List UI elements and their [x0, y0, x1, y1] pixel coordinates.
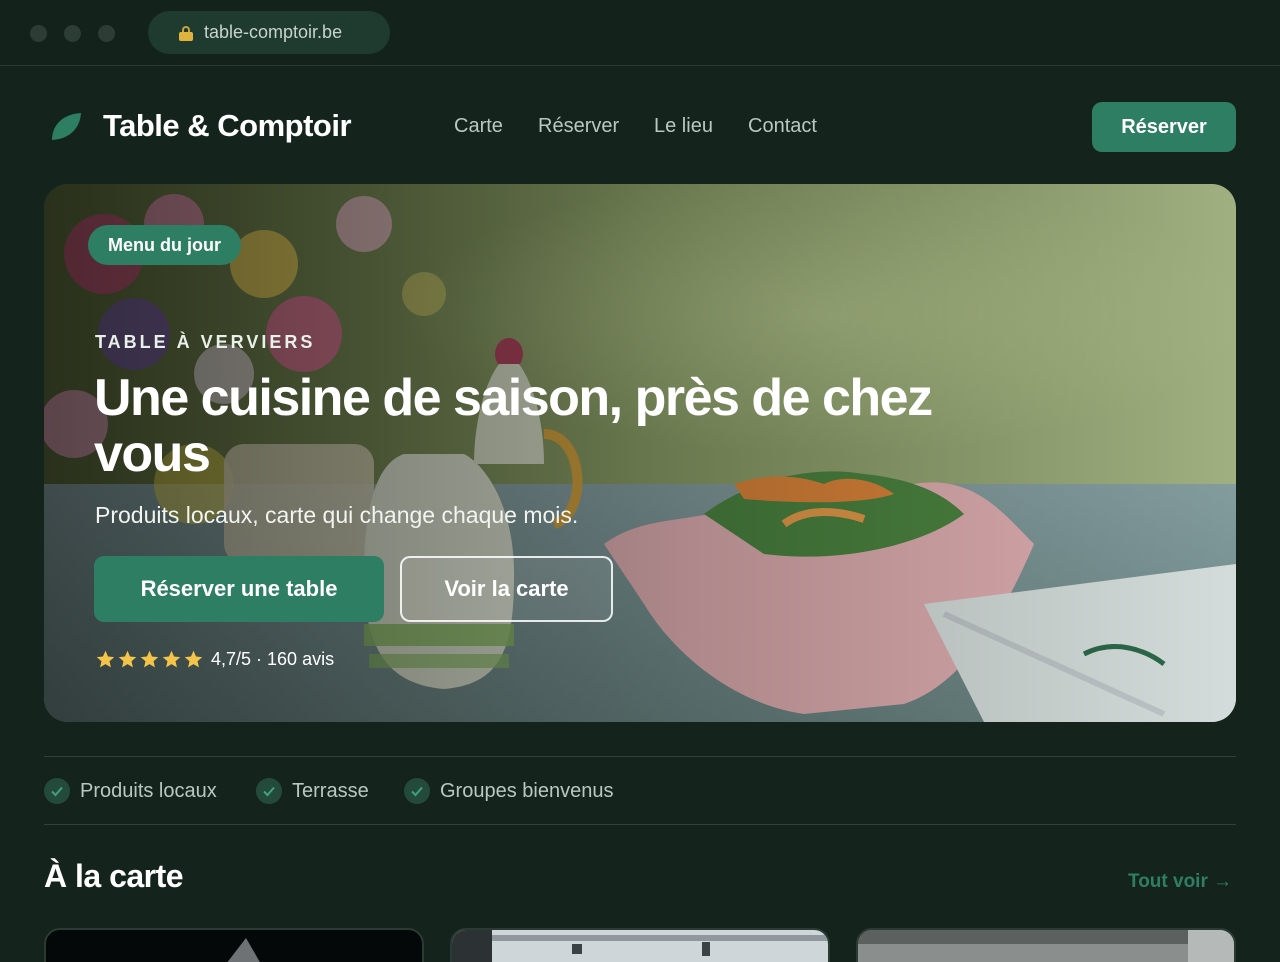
star-icon	[118, 650, 137, 668]
nav-reserve-button[interactable]: Réserver	[1092, 102, 1236, 152]
menu-du-jour-badge: Menu du jour	[88, 225, 241, 265]
window-close-button[interactable]	[30, 25, 47, 42]
window-minimize-button[interactable]	[64, 25, 81, 42]
feature-produits-locaux: Produits locaux	[44, 778, 217, 804]
hero-banner: Menu du jour TABLE À VERVIERS Une cuisin…	[44, 184, 1236, 722]
menu-card-image	[452, 930, 828, 962]
check-icon	[256, 778, 282, 804]
check-icon	[404, 778, 430, 804]
window-zoom-button[interactable]	[98, 25, 115, 42]
menu-card[interactable]	[856, 928, 1236, 962]
nav-link-carte[interactable]: Carte	[454, 115, 503, 138]
address-bar[interactable]: table-comptoir.be	[148, 11, 390, 54]
reserve-table-button[interactable]: Réserver une table	[94, 556, 384, 622]
feature-label: Terrasse	[292, 779, 369, 802]
brand-name[interactable]: Table & Comptoir	[103, 108, 352, 144]
hero-subtitle: Produits locaux, carte qui change chaque…	[95, 502, 579, 528]
address-bar-url: table-comptoir.be	[204, 22, 343, 42]
nav-link-contact[interactable]: Contact	[748, 115, 817, 138]
hero-eyebrow: TABLE À VERVIERS	[95, 332, 316, 352]
leaf-logo-icon	[52, 113, 81, 140]
view-menu-button[interactable]: Voir la carte	[400, 556, 613, 622]
hero-headline: Une cuisine de saison, près de chez vous	[94, 369, 933, 483]
divider-bottom	[44, 824, 1236, 825]
divider-top	[44, 756, 1236, 757]
browser-chrome: table-comptoir.be	[0, 0, 1280, 66]
check-icon	[44, 778, 70, 804]
section-title: À la carte	[44, 858, 184, 894]
menu-card-image	[858, 930, 1234, 962]
menu-card[interactable]	[450, 928, 830, 962]
lock-icon	[179, 26, 193, 41]
rating-text: 4,7/5 · 160 avis	[211, 649, 335, 669]
see-all-link[interactable]: Tout voir →	[1128, 871, 1232, 893]
feature-terrasse: Terrasse	[256, 778, 369, 804]
nav-link-le-lieu[interactable]: Le lieu	[654, 115, 713, 138]
star-icon	[184, 650, 203, 668]
menu-card[interactable]	[44, 928, 424, 962]
menu-card-image	[227, 938, 260, 962]
feature-label: Groupes bienvenus	[440, 779, 614, 802]
star-rating	[95, 649, 205, 670]
nav-link-reserver[interactable]: Réserver	[538, 115, 619, 138]
star-icon	[140, 650, 159, 668]
star-icon	[96, 650, 115, 668]
star-icon	[162, 650, 181, 668]
rating: 4,7/5 · 160 avis	[95, 649, 334, 670]
feature-label: Produits locaux	[80, 779, 217, 802]
feature-groupes-bienvenus: Groupes bienvenus	[404, 778, 613, 804]
